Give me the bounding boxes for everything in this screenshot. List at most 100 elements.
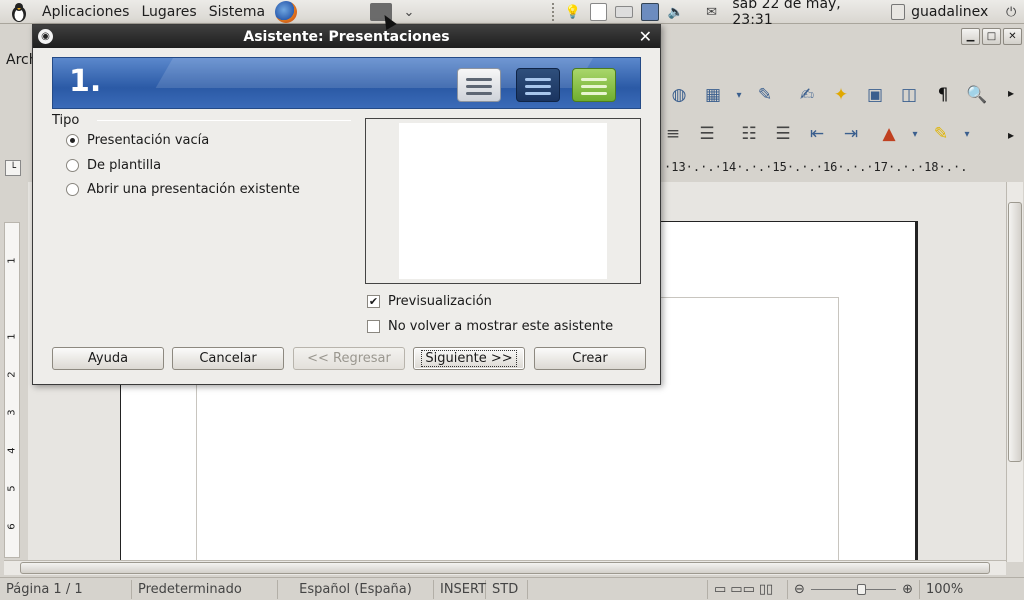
multi-page-icon[interactable]: ▭▭ xyxy=(730,582,755,597)
next-button-label: Siguiente >> xyxy=(421,350,517,367)
preview-checkbox[interactable]: ✔ xyxy=(367,295,380,308)
help-button[interactable]: Ayuda xyxy=(52,347,164,370)
status-selection-mode[interactable]: STD xyxy=(486,579,528,599)
radio-empty-presentation[interactable] xyxy=(66,134,79,147)
radio-from-template[interactable] xyxy=(66,159,79,172)
navigator-icon[interactable]: ✦ xyxy=(828,82,854,108)
option-label: Abrir una presentación existente xyxy=(87,182,300,197)
preview-toggle[interactable]: ✔ Previsualización xyxy=(367,294,492,309)
gallery-icon[interactable]: ▣ xyxy=(862,82,888,108)
window-menu-icon[interactable]: ◉ xyxy=(38,29,53,44)
minimize-icon[interactable]: ▁ xyxy=(961,28,980,45)
vruler-label: 4 xyxy=(6,447,18,454)
single-page-icon[interactable]: ▭ xyxy=(714,582,726,597)
bullets-icon[interactable]: ☰ xyxy=(770,121,796,147)
cancel-button[interactable]: Cancelar xyxy=(172,347,284,370)
menu-sistema[interactable]: Sistema xyxy=(203,4,271,20)
zoom-in-icon[interactable]: ⊕ xyxy=(902,582,913,597)
draw-icon[interactable]: ✎ xyxy=(752,82,778,108)
dialog-titlebar[interactable]: ◉ Asistente: Presentaciones ✕ xyxy=(33,25,660,48)
close-icon[interactable]: ✕ xyxy=(639,27,652,46)
highlight-icon[interactable]: ✎ xyxy=(928,121,954,147)
vertical-scrollbar[interactable] xyxy=(1006,182,1023,562)
option-empty-presentation[interactable]: Presentación vacía xyxy=(66,133,209,148)
check-label: Previsualización xyxy=(388,294,492,309)
vruler-label: 1 xyxy=(6,257,18,264)
disk-icon[interactable] xyxy=(615,6,634,18)
horizontal-scrollbar[interactable] xyxy=(4,560,1006,575)
bulb-icon[interactable]: 💡 xyxy=(564,3,582,21)
zoom-slider-knob[interactable] xyxy=(857,583,867,595)
status-signature xyxy=(528,579,708,599)
vruler-label: 5 xyxy=(6,485,18,492)
chevron-down-icon[interactable]: ▾ xyxy=(962,121,972,147)
outline-layout-icon xyxy=(516,68,560,102)
datasources-icon[interactable]: ◫ xyxy=(896,82,922,108)
radio-open-existing[interactable] xyxy=(66,183,79,196)
status-zoom[interactable]: 100% xyxy=(920,580,974,599)
indent-decrease-icon[interactable]: ⇤ xyxy=(804,121,830,147)
tab-stop-selector[interactable]: └ xyxy=(5,160,21,176)
dont-show-again-checkbox[interactable] xyxy=(367,320,380,333)
clock[interactable]: sáb 22 de may, 23:31 xyxy=(732,0,883,28)
book-view-icon[interactable]: ▯▯ xyxy=(759,582,773,597)
chevron-down-icon[interactable]: ⌄ xyxy=(400,3,418,21)
close-icon[interactable]: ✕ xyxy=(1003,28,1022,45)
option-label: Presentación vacía xyxy=(87,133,210,148)
toolbar-overflow-icon[interactable]: ▸ xyxy=(1008,128,1014,142)
zoom-slider[interactable] xyxy=(807,580,900,599)
vertical-ruler[interactable]: 1 1 2 3 4 5 6 xyxy=(4,222,20,558)
standard-toolbar: ◍ ▦ ▾ ✎ ✍ ✦ ▣ ◫ ¶ 🔍 xyxy=(662,77,994,113)
group-divider xyxy=(97,120,351,121)
menu-lugares[interactable]: Lugares xyxy=(135,4,202,20)
dialog-title: Asistente: Presentaciones xyxy=(243,28,450,45)
background-color-icon[interactable]: ▲ xyxy=(876,121,902,147)
chevron-down-icon[interactable]: ▾ xyxy=(734,82,744,108)
firefox-icon[interactable] xyxy=(275,0,298,23)
justify-icon[interactable]: ☰ xyxy=(694,121,720,147)
panel-separator xyxy=(552,3,556,21)
vertical-scroll-thumb[interactable] xyxy=(1008,202,1022,462)
chevron-down-icon[interactable]: ▾ xyxy=(910,121,920,147)
window-controls: ▁ □ ✕ xyxy=(961,28,1022,45)
maximize-icon[interactable]: □ xyxy=(982,28,1001,45)
menu-aplicaciones[interactable]: Aplicaciones xyxy=(36,4,135,20)
back-button[interactable]: << Regresar xyxy=(293,347,405,370)
status-language[interactable]: Español (España) xyxy=(278,579,434,599)
option-from-template[interactable]: De plantilla xyxy=(66,158,161,173)
status-insert-mode[interactable]: INSERT xyxy=(434,579,486,599)
penguin-icon[interactable] xyxy=(8,1,30,23)
network-icon[interactable] xyxy=(641,3,659,21)
next-button[interactable]: Siguiente >> xyxy=(413,347,525,370)
dont-show-again-toggle[interactable]: No volver a mostrar este asistente xyxy=(367,319,613,334)
user-box-icon xyxy=(891,4,906,20)
indent-increase-icon[interactable]: ⇥ xyxy=(838,121,864,147)
numbering-icon[interactable]: ☷ xyxy=(736,121,762,147)
toolbar-overflow-icon[interactable]: ▸ xyxy=(1008,86,1014,100)
zoom-icon[interactable]: 🔍 xyxy=(964,82,990,108)
wizard-banner: 1. xyxy=(52,57,641,109)
list-layout-icon xyxy=(457,68,501,102)
zoom-out-icon[interactable]: ⊖ xyxy=(794,582,805,597)
horizontal-ruler[interactable]: ·13·.·.·14·.·.·15·.·.·16·.·.·17·.·.·18·.… xyxy=(664,160,967,178)
mail-icon[interactable]: ✉ xyxy=(703,3,721,21)
horizontal-scroll-thumb[interactable] xyxy=(20,562,990,574)
status-style[interactable]: Predeterminado xyxy=(132,579,278,599)
globe-icon[interactable]: ◍ xyxy=(666,82,692,108)
volume-icon[interactable]: 🔈 xyxy=(667,3,685,21)
vruler-label: 3 xyxy=(6,409,18,416)
align-left-icon[interactable]: ≡ xyxy=(660,121,686,147)
pilcrow-icon[interactable]: ¶ xyxy=(930,82,956,108)
usb-drive-icon[interactable] xyxy=(589,3,608,21)
option-label: De plantilla xyxy=(87,158,162,173)
type-group-label: Tipo xyxy=(52,113,80,128)
table-icon[interactable]: ▦ xyxy=(700,82,726,108)
presentation-wizard-dialog: ◉ Asistente: Presentaciones ✕ 1. Tipo Pr… xyxy=(32,24,661,385)
create-button[interactable]: Crear xyxy=(534,347,646,370)
power-icon[interactable]: ⏻ xyxy=(1002,3,1020,21)
vruler-label: 2 xyxy=(6,371,18,378)
edit-icon[interactable]: ✍ xyxy=(794,82,820,108)
option-open-existing[interactable]: Abrir una presentación existente xyxy=(66,182,300,197)
user-menu[interactable]: guadalinex xyxy=(891,4,988,20)
step-number: 1. xyxy=(69,64,102,99)
